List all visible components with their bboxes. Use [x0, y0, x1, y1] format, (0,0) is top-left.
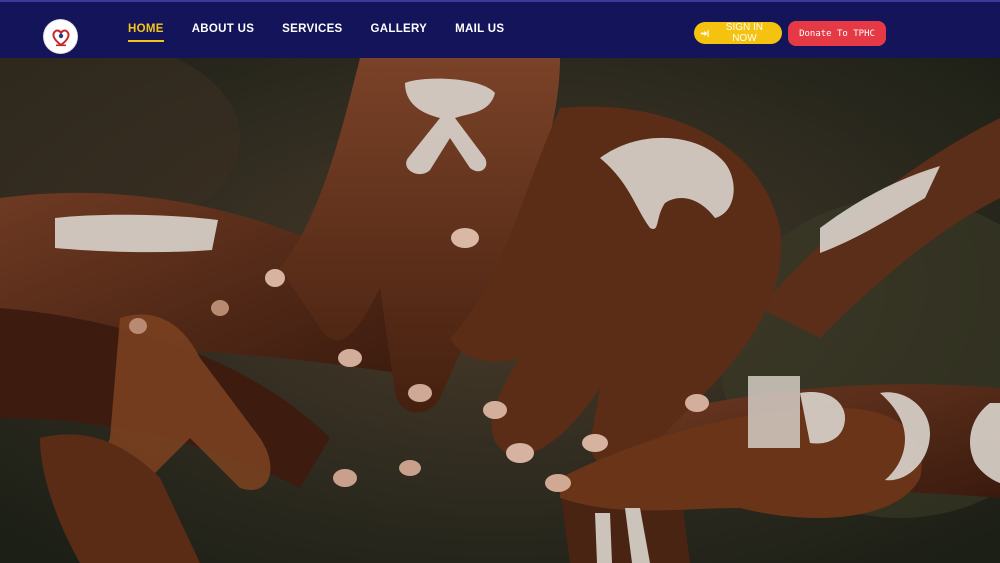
nav-services[interactable]: SERVICES	[282, 2, 342, 39]
stacked-hands-adinkra-photo	[0, 58, 1000, 563]
donate-label: Donate To TPHC	[799, 28, 875, 39]
main-nav: HOME ABOUT US SERVICES GALLERY MAIL US	[128, 2, 504, 60]
nav-gallery[interactable]: GALLERY	[371, 2, 428, 39]
sign-in-icon	[700, 29, 709, 37]
nav-about-us[interactable]: ABOUT US	[192, 2, 254, 39]
sign-in-button[interactable]: SIGN IN NOW	[694, 22, 782, 44]
donate-button[interactable]: Donate To TPHC	[788, 21, 886, 46]
tphc-logo-heart-icon	[51, 29, 70, 46]
top-navbar: HOME ABOUT US SERVICES GALLERY MAIL US S…	[0, 0, 1000, 58]
nav-mail-us[interactable]: MAIL US	[455, 2, 504, 39]
sign-in-label: SIGN IN NOW	[725, 22, 764, 44]
hero-banner	[0, 58, 1000, 563]
nav-home[interactable]: HOME	[128, 2, 164, 42]
site-logo[interactable]	[44, 20, 77, 53]
